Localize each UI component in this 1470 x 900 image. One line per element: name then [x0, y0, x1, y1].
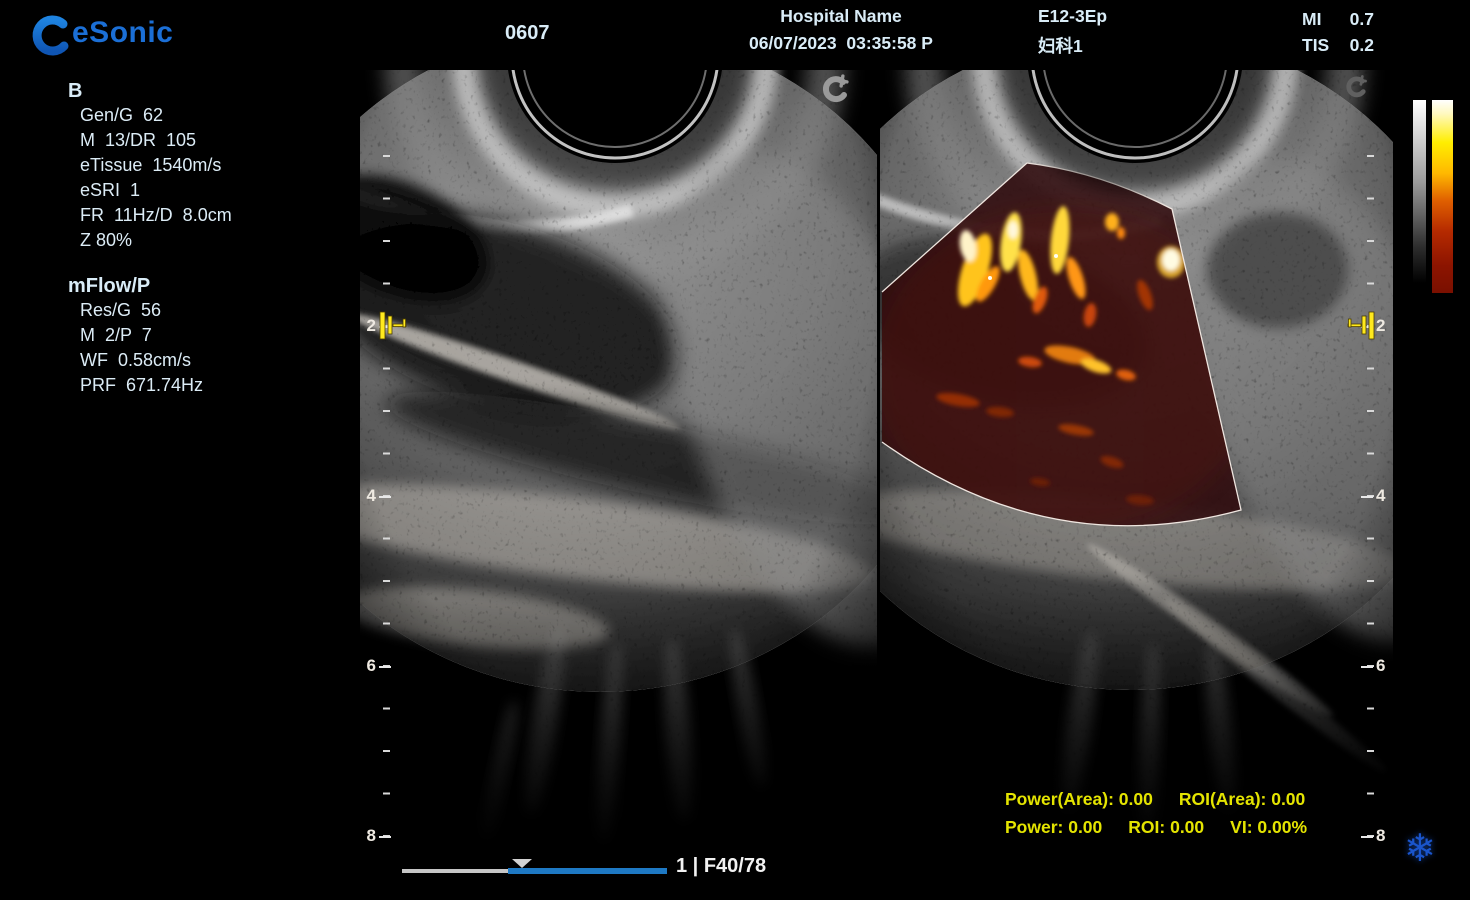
mi-label: MI — [1302, 9, 1321, 30]
depth-label: 4 — [1376, 486, 1392, 506]
freeze-icon[interactable]: ❄ — [1404, 826, 1436, 871]
vi-readout: VI: 0.00% — [1230, 817, 1307, 838]
frame-counter: 1 | F40/78 — [676, 855, 766, 878]
param-line-fr-depth: FR 11Hz/D 8.0cm — [80, 205, 232, 230]
flow-measurements-row1: Power(Area): 0.00 ROI(Area): 0.00 — [1005, 789, 1305, 810]
param-line-prf: PRF 671.74Hz — [80, 375, 203, 400]
ruler-major-tick — [379, 836, 391, 838]
ruler-major-tick — [1361, 496, 1373, 498]
focus-marker-icon[interactable] — [379, 310, 413, 342]
tis-value: 0.2 — [1350, 35, 1374, 56]
exam-datetime: 06/07/2023 03:35:58 P — [700, 33, 982, 54]
param-line-etissue: eTissue 1540m/s — [80, 155, 232, 180]
param-line-map-dr: M 13/DR 105 — [80, 130, 232, 155]
power-readout: Power: 0.00 — [1005, 817, 1102, 838]
tis-readout: TIS 0.2 — [1302, 35, 1374, 56]
ruler-major-tick — [379, 666, 391, 668]
depth-label: 8 — [360, 826, 376, 846]
ruler-major-tick — [1361, 666, 1373, 668]
acoustic-output-block: MI 0.7 TIS 0.2 — [1302, 9, 1374, 56]
mflow-image[interactable] — [880, 70, 1393, 850]
depth-label: 4 — [360, 486, 376, 506]
depth-label: 6 — [1376, 656, 1392, 676]
cine-scrollbar-progress[interactable] — [508, 868, 667, 874]
app-logo: eSonic — [26, 6, 173, 60]
roi-readout: ROI: 0.00 — [1128, 817, 1204, 838]
probe-model: E12-3Ep — [1038, 6, 1107, 27]
param-line-map-persist: M 2/P 7 — [80, 325, 203, 350]
ruler-major-tick — [379, 496, 391, 498]
b-mode-params: Gen/G 62 M 13/DR 105 eTissue 1540m/s eSR… — [80, 105, 232, 255]
param-line-res-gain: Res/G 56 — [80, 300, 203, 325]
exam-id: 0607 — [505, 22, 550, 45]
focus-marker-icon[interactable] — [1341, 310, 1375, 342]
orientation-marker-icon — [820, 73, 850, 103]
hospital-name: Hospital Name — [700, 6, 982, 27]
depth-label: 6 — [360, 656, 376, 676]
exam-preset: 妇科1 — [1038, 33, 1107, 58]
mi-value: 0.7 — [1350, 9, 1374, 30]
param-line-wall-filter: WF 0.58cm/s — [80, 350, 203, 375]
depth-label: 8 — [1376, 826, 1392, 846]
power-area-readout: Power(Area): 0.00 — [1005, 789, 1153, 810]
ultrasound-screen: { "brand": { "logo_text": "eSonic" }, "h… — [0, 0, 1470, 900]
grayscale-map-bar — [1413, 100, 1426, 283]
depth-label: 2 — [1376, 316, 1392, 336]
mi-readout: MI 0.7 — [1302, 9, 1374, 30]
roi-area-readout: ROI(Area): 0.00 — [1179, 789, 1305, 810]
probe-block: E12-3Ep 妇科1 — [1038, 6, 1107, 58]
color-map-bar — [1432, 100, 1453, 293]
depth-label: 2 — [360, 316, 376, 336]
logo-crescent-icon — [26, 6, 76, 60]
flow-measurements-row2: Power: 0.00 ROI: 0.00 VI: 0.00% — [1005, 817, 1307, 838]
ruler-major-tick — [1361, 836, 1373, 838]
param-line-zoom: Z 80% — [80, 230, 232, 255]
mflow-params: Res/G 56 M 2/P 7 WF 0.58cm/s PRF 671.74H… — [80, 300, 203, 400]
logo-text: eSonic — [72, 16, 173, 50]
param-line-esri: eSRI 1 — [80, 180, 232, 205]
b-mode-params-title: B — [68, 80, 82, 103]
b-mode-image[interactable] — [360, 70, 877, 850]
mflow-params-title: mFlow/P — [68, 275, 150, 298]
param-line-gain: Gen/G 62 — [80, 105, 232, 130]
orientation-marker-icon — [1344, 74, 1368, 98]
cine-scrollbar-handle[interactable] — [512, 859, 532, 868]
hospital-block: Hospital Name 06/07/2023 03:35:58 P — [700, 6, 982, 54]
tis-label: TIS — [1302, 35, 1329, 56]
